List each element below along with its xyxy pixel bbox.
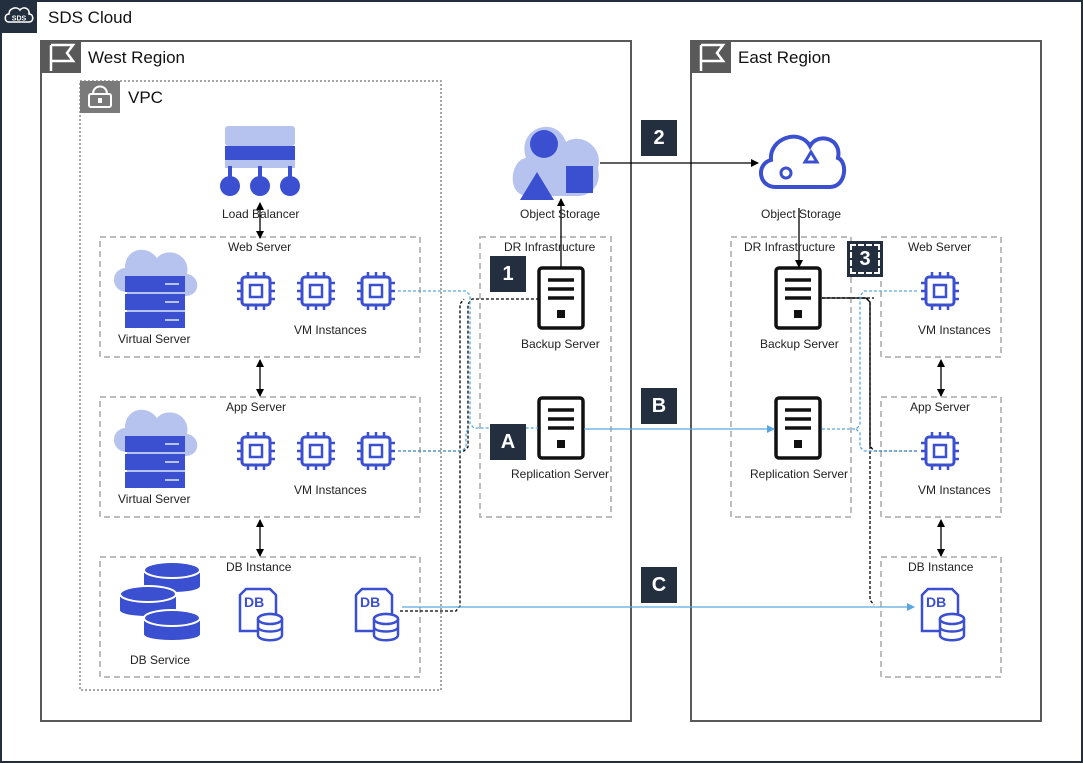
db-to-backup-line bbox=[400, 298, 465, 612]
virtual-server-icon bbox=[112, 408, 199, 489]
virtual-server-icon bbox=[112, 248, 199, 329]
dr-infrastructure-label: DR Infrastructure bbox=[504, 240, 596, 254]
vm-instance-icon bbox=[235, 270, 277, 312]
cloud-title: SDS Cloud bbox=[48, 8, 133, 27]
object-storage-label: Object Storage bbox=[520, 207, 601, 221]
app-vm-to-replication-line bbox=[398, 427, 471, 452]
backup-server-icon bbox=[537, 266, 585, 330]
replication-server-icon bbox=[774, 396, 822, 460]
object-storage-icon bbox=[512, 126, 599, 200]
app-server-label: App Server bbox=[910, 400, 971, 414]
backup-server-icon bbox=[774, 266, 822, 330]
virtual-server-label: Virtual Server bbox=[118, 332, 191, 346]
db-instance-label: DB Instance bbox=[908, 560, 974, 574]
east-backup-to-db-line bbox=[869, 446, 875, 606]
step-badge-1: 1 bbox=[490, 256, 526, 292]
db-instance-label: DB Instance bbox=[226, 560, 292, 574]
replication-server-label: Replication Server bbox=[511, 467, 610, 481]
load-balancer-icon bbox=[220, 126, 300, 196]
svg-text:SDS: SDS bbox=[12, 16, 27, 23]
db-icon bbox=[920, 587, 966, 642]
db-icon bbox=[238, 587, 284, 642]
db-service-label: DB Service bbox=[130, 653, 191, 667]
vm-instance-icon bbox=[355, 270, 397, 312]
west-region-title: West Region bbox=[88, 48, 186, 67]
vm-instance-icon bbox=[235, 430, 277, 472]
vm-instances-label: VM Instances bbox=[294, 323, 367, 337]
vm-instance-icon bbox=[295, 270, 337, 312]
object-storage-icon bbox=[759, 134, 847, 189]
vm-instance-icon bbox=[919, 430, 961, 472]
vpc-title: VPC bbox=[128, 88, 163, 107]
step-badge-2: 2 bbox=[641, 120, 677, 156]
db-icon bbox=[354, 587, 400, 642]
architecture-diagram: DB SDS bbox=[0, 0, 1083, 763]
diagram-canvas: DB SDS bbox=[0, 0, 1083, 763]
east-region-frame bbox=[690, 40, 1042, 722]
east-replication-to-app-vm-line bbox=[855, 428, 918, 452]
step-badge-3: 3 bbox=[847, 241, 883, 277]
app-server-label: App Server bbox=[226, 400, 287, 414]
backup-server-label: Backup Server bbox=[521, 337, 600, 351]
step-badge-b: B bbox=[641, 388, 677, 424]
replication-server-label: Replication Server bbox=[750, 467, 849, 481]
object-storage-label: Object Storage bbox=[761, 207, 842, 221]
step-badge-c: C bbox=[641, 567, 677, 603]
vm-instances-label: VM Instances bbox=[294, 483, 367, 497]
load-balancer-label: Load Balancer bbox=[222, 207, 300, 221]
vm-instances-label: VM Instances bbox=[918, 323, 991, 337]
virtual-server-label: Virtual Server bbox=[118, 492, 191, 506]
replication-server-icon bbox=[537, 396, 585, 460]
dr-infrastructure-label: DR Infrastructure bbox=[744, 240, 836, 254]
east-region-title: East Region bbox=[738, 48, 831, 67]
db-service-icon bbox=[119, 561, 201, 641]
vm-instance-icon bbox=[355, 430, 397, 472]
vm-instances-label: VM Instances bbox=[918, 483, 991, 497]
step-badge-a: A bbox=[490, 424, 526, 460]
vm-instance-icon bbox=[295, 430, 337, 472]
sds-cloud-frame bbox=[0, 0, 1083, 763]
backup-server-label: Backup Server bbox=[760, 337, 839, 351]
web-server-label: Web Server bbox=[908, 240, 972, 254]
vm-instance-icon bbox=[919, 270, 961, 312]
web-server-label: Web Server bbox=[228, 240, 292, 254]
